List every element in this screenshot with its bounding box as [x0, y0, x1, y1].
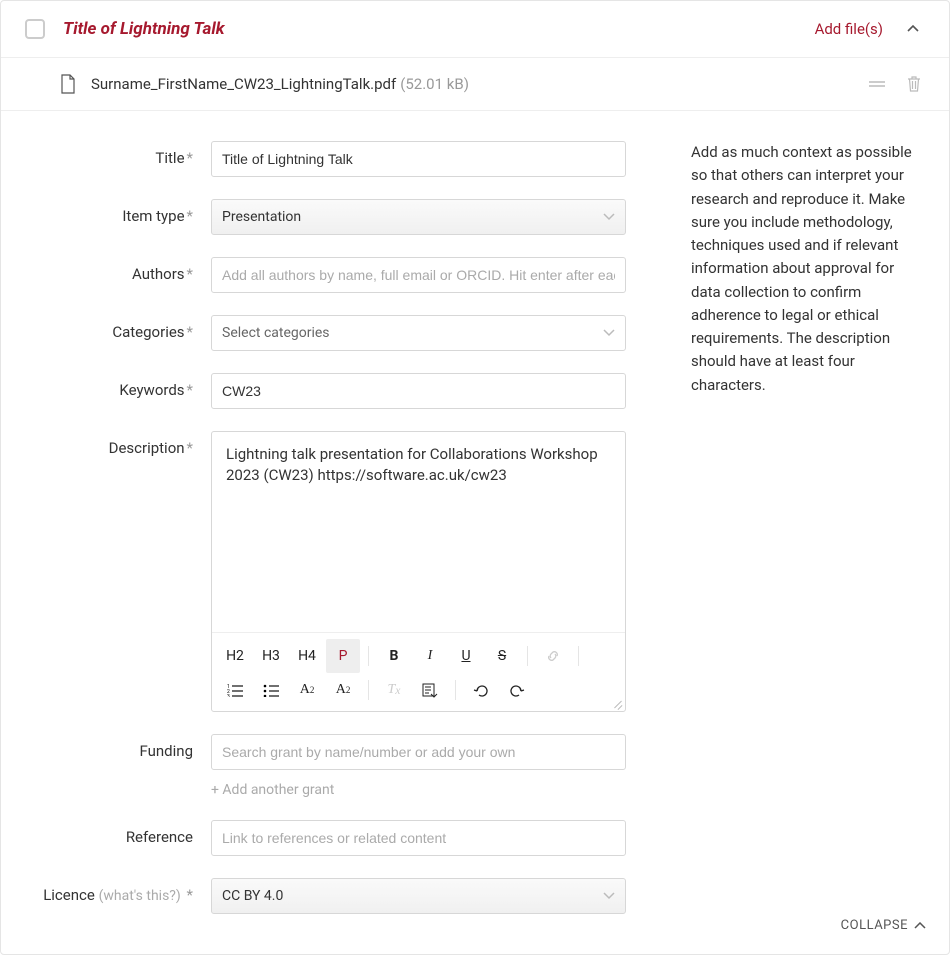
funding-label: Funding [11, 734, 211, 760]
add-another-grant-link[interactable]: + Add another grant [211, 782, 626, 798]
editor-toolbar: H2 H3 H4 P B I U S [212, 632, 625, 711]
unordered-list-button[interactable] [254, 673, 288, 707]
authors-label: Authors* [11, 257, 211, 283]
reference-label: Reference [11, 820, 211, 846]
item-type-label: Item type* [11, 199, 211, 225]
categories-placeholder: Select categories [222, 325, 330, 341]
delete-file-icon[interactable] [907, 76, 921, 92]
authors-input[interactable] [211, 257, 626, 293]
chevron-down-icon [603, 325, 615, 341]
file-row: Surname_FirstName_CW23_LightningTalk.pdf… [1, 58, 949, 111]
toolbar-separator [368, 646, 369, 666]
chevron-up-icon [914, 922, 926, 930]
toolbar-separator [368, 680, 369, 700]
funding-input[interactable] [211, 734, 626, 770]
keywords-label: Keywords* [11, 373, 211, 399]
keywords-input[interactable] [211, 373, 626, 409]
code-block-button[interactable] [413, 673, 447, 707]
licence-value: CC BY 4.0 [222, 888, 283, 904]
file-size: (52.01 kB) [400, 75, 469, 93]
title-label: Title* [11, 141, 211, 167]
clear-format-button[interactable]: Tx [377, 673, 411, 707]
ordered-list-button[interactable]: 123 [218, 673, 252, 707]
add-files-link[interactable]: Add file(s) [815, 20, 883, 38]
strikethrough-button[interactable]: S [485, 639, 519, 673]
redo-button[interactable] [500, 673, 534, 707]
select-item-checkbox[interactable] [25, 19, 45, 39]
toolbar-separator [527, 646, 528, 666]
h2-button[interactable]: H2 [218, 639, 252, 673]
item-header: Title of Lightning Talk Add file(s) [1, 1, 949, 58]
licence-select[interactable]: CC BY 4.0 [211, 878, 626, 914]
paragraph-button[interactable]: P [326, 639, 360, 673]
title-input[interactable] [211, 141, 626, 177]
help-panel: Add as much context as possible so that … [671, 141, 921, 954]
chevron-down-icon [603, 209, 615, 225]
toolbar-separator [578, 646, 579, 666]
description-help-text: Add as much context as possible so that … [691, 141, 921, 397]
collapse-label: COLLAPSE [841, 918, 908, 933]
drag-handle-icon[interactable] [869, 78, 885, 90]
reference-input[interactable] [211, 820, 626, 856]
item-type-value: Presentation [222, 209, 301, 225]
svg-text:3: 3 [227, 694, 230, 697]
h3-button[interactable]: H3 [254, 639, 288, 673]
resize-handle[interactable] [609, 695, 623, 709]
file-name: Surname_FirstName_CW23_LightningTalk.pdf [91, 75, 396, 93]
chevron-down-icon [603, 888, 615, 904]
link-button[interactable] [536, 639, 570, 673]
categories-label: Categories* [11, 315, 211, 341]
h4-button[interactable]: H4 [290, 639, 324, 673]
item-title: Title of Lightning Talk [63, 19, 815, 39]
undo-button[interactable] [464, 673, 498, 707]
collapse-button[interactable]: COLLAPSE [841, 918, 926, 933]
description-label: Description* [11, 431, 211, 457]
underline-button[interactable]: U [449, 639, 483, 673]
categories-select[interactable]: Select categories [211, 315, 626, 351]
subscript-button[interactable]: A2 [290, 673, 324, 707]
description-textarea[interactable]: Lightning talk presentation for Collabor… [212, 432, 625, 632]
collapse-chevron-icon[interactable] [905, 21, 921, 37]
item-type-select[interactable]: Presentation [211, 199, 626, 235]
superscript-button[interactable]: A2 [326, 673, 360, 707]
toolbar-separator [455, 680, 456, 700]
description-editor: Lightning talk presentation for Collabor… [211, 431, 626, 712]
licence-label: Licence (what's this?) * [11, 878, 211, 904]
file-icon [59, 74, 77, 94]
bold-button[interactable]: B [377, 639, 411, 673]
italic-button[interactable]: I [413, 639, 447, 673]
